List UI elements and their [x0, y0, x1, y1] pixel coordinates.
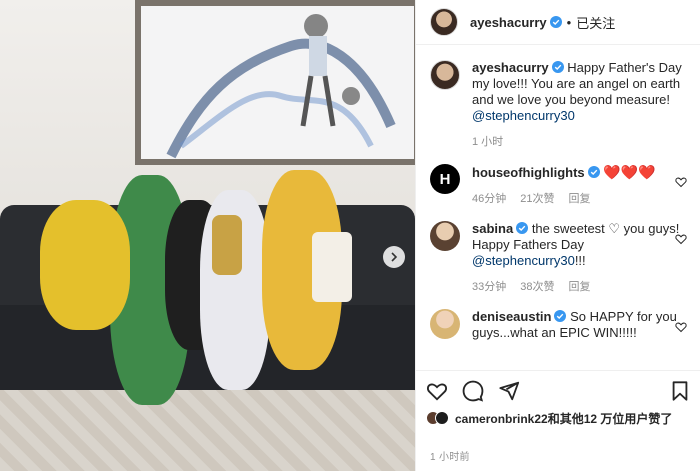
likes-summary[interactable]: cameronbrink22和其他12 万位用户赞了	[426, 411, 691, 427]
comment-username[interactable]: deniseaustin	[472, 309, 551, 324]
comment-avatar[interactable]	[430, 221, 460, 251]
photo-rug	[0, 390, 415, 471]
heart-icon[interactable]	[426, 380, 448, 402]
author-username[interactable]: ayeshacurry	[470, 15, 547, 30]
share-icon[interactable]	[498, 380, 520, 402]
comment-like-count[interactable]: 38次赞	[520, 279, 554, 295]
carousel-next-button[interactable]	[383, 246, 405, 268]
verified-badge-icon	[516, 222, 529, 234]
post-timestamp[interactable]: 1 小时前	[430, 448, 470, 463]
caption-body: ayeshacurry Happy Father's Day my love!!…	[472, 60, 687, 150]
comment-item: H houseofhighlights ❤️❤️❤️ 46分钟 21次赞 回复	[430, 164, 687, 207]
chevron-right-icon	[391, 252, 398, 262]
caption-time[interactable]: 1 小时	[472, 134, 503, 150]
photo-person-child-left	[40, 200, 130, 330]
post-caption: ayeshacurry Happy Father's Day my love!!…	[430, 60, 687, 150]
comment-icon[interactable]	[462, 380, 484, 402]
comment-body: houseofhighlights ❤️❤️❤️ 46分钟 21次赞 回复	[472, 164, 687, 207]
caption-avatar[interactable]	[430, 60, 460, 90]
photo-artwork	[141, 6, 414, 159]
verified-badge-icon	[549, 16, 562, 28]
comment-item: sabina the sweetest ♡ you guys! Happy Fa…	[430, 221, 687, 295]
bookmark-icon[interactable]	[669, 380, 691, 402]
author-avatar[interactable]	[430, 8, 458, 36]
verified-badge-icon	[554, 310, 567, 322]
comment-item: deniseaustin So HAPPY for you guys...wha…	[430, 309, 687, 341]
post-actions: cameronbrink22和其他12 万位用户赞了	[416, 370, 700, 427]
header-separator: •	[566, 14, 572, 30]
instagram-post-view: ayeshacurry • 已关注 ayeshacurry Happy Fath…	[0, 0, 700, 471]
action-bar	[426, 377, 691, 405]
post-photo[interactable]	[0, 0, 415, 471]
comment-avatar[interactable]	[430, 309, 460, 339]
verified-badge-icon	[551, 61, 564, 73]
photo-artwork-frame	[135, 0, 415, 165]
caption-mention-link[interactable]: @stephencurry30	[472, 108, 575, 123]
comment-username[interactable]: sabina	[472, 221, 513, 236]
liker-avatar	[435, 411, 449, 425]
caption-username[interactable]: ayeshacurry	[472, 60, 549, 75]
comment-like-icon[interactable]	[675, 233, 687, 245]
comment-reply-button[interactable]: 回复	[569, 279, 591, 295]
comment-like-icon[interactable]	[675, 176, 687, 188]
post-header: ayeshacurry • 已关注	[416, 0, 700, 45]
comment-mention-link[interactable]: @stephencurry30	[472, 253, 575, 268]
photo-cushion	[312, 232, 352, 302]
comment-like-icon[interactable]	[675, 321, 687, 333]
comment-body: deniseaustin So HAPPY for you guys...wha…	[472, 309, 687, 341]
comment-username[interactable]: houseofhighlights	[472, 165, 585, 180]
following-button[interactable]: 已关注	[576, 13, 615, 32]
comment-body: sabina the sweetest ♡ you guys! Happy Fa…	[472, 221, 687, 295]
comment-suffix: !!!	[574, 253, 586, 268]
comments-list[interactable]: ayeshacurry Happy Father's Day my love!!…	[416, 46, 700, 370]
comment-reply-button[interactable]: 回复	[569, 191, 591, 207]
verified-badge-icon	[587, 166, 600, 178]
likes-text[interactable]: cameronbrink22和其他12 万位用户赞了	[455, 411, 672, 427]
comment-time[interactable]: 33分钟	[472, 279, 506, 295]
photo-trophy	[212, 215, 242, 275]
post-sidebar: ayeshacurry • 已关注 ayeshacurry Happy Fath…	[415, 0, 700, 471]
comment-like-count[interactable]: 21次赞	[520, 191, 554, 207]
comment-time[interactable]: 46分钟	[472, 191, 506, 207]
comment-avatar[interactable]: H	[430, 164, 460, 194]
comment-text: ❤️❤️❤️	[603, 164, 656, 180]
